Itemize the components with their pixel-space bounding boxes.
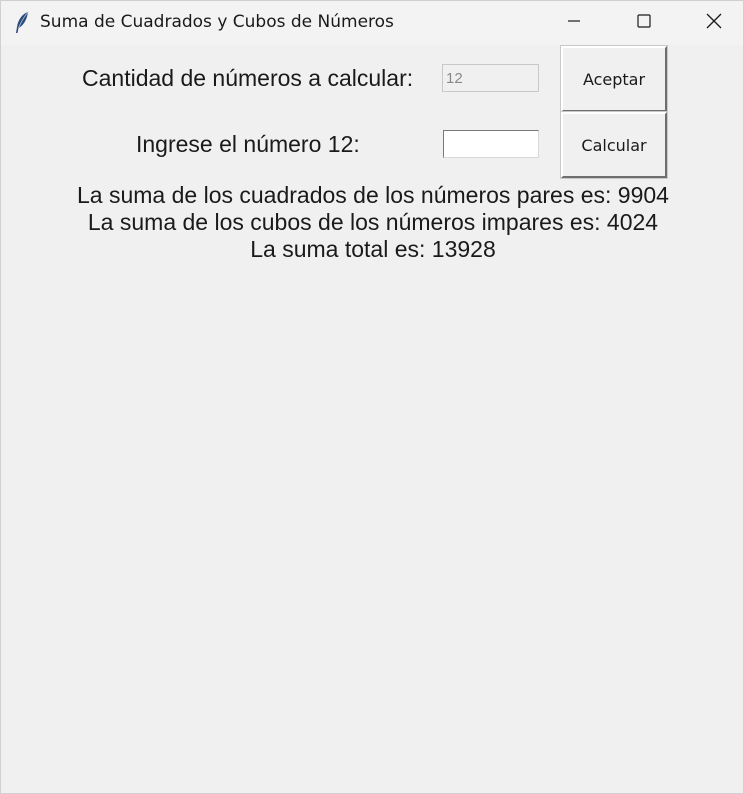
window-title: Suma de Cuadrados y Cubos de Números	[40, 12, 394, 32]
minimize-button[interactable]	[539, 1, 609, 45]
count-input[interactable]	[442, 64, 539, 92]
title-bar[interactable]: Suma de Cuadrados y Cubos de Números	[1, 1, 743, 45]
close-button[interactable]	[679, 1, 744, 45]
number-input[interactable]	[443, 130, 539, 158]
close-icon	[705, 12, 723, 35]
accept-button[interactable]: Aceptar	[560, 45, 668, 113]
odd-cubes-result: La suma de los cubos de los números impa…	[87, 209, 659, 235]
total-result: La suma total es: 13928	[250, 236, 496, 262]
count-label: Cantidad de números a calcular:	[82, 65, 414, 91]
results-panel: La suma de los cuadrados de los números …	[1, 182, 744, 263]
maximize-icon	[636, 13, 652, 34]
even-squares-result: La suma de los cuadrados de los números …	[77, 182, 669, 208]
maximize-button[interactable]	[609, 1, 679, 45]
app-window: Suma de Cuadrados y Cubos de Números Can…	[0, 0, 744, 794]
minimize-icon	[566, 13, 582, 34]
calculate-button[interactable]: Calcular	[560, 111, 668, 179]
number-label: Ingrese el número 12:	[136, 131, 360, 157]
feather-icon	[13, 11, 31, 35]
